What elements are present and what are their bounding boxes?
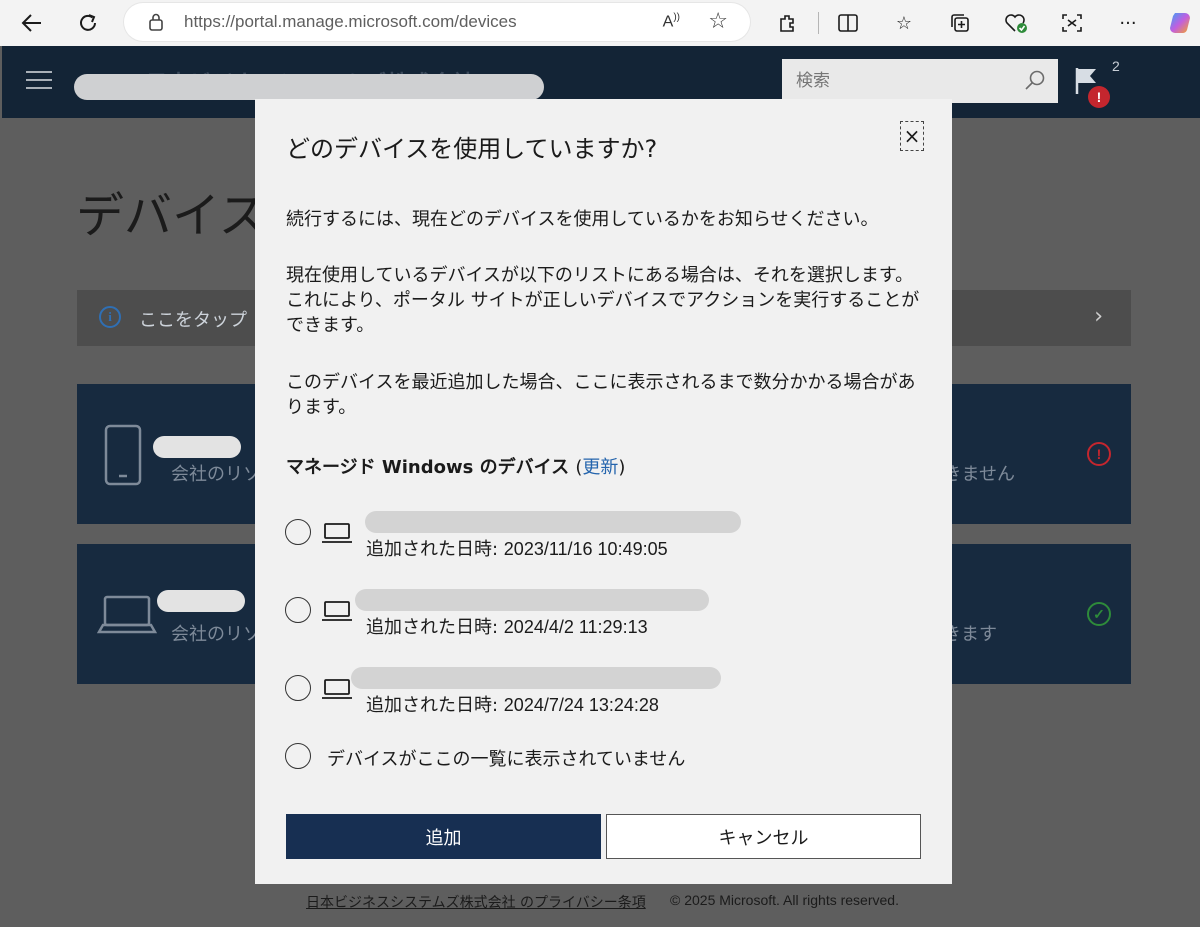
phone-icon xyxy=(103,424,143,490)
read-aloud-icon[interactable]: A)) xyxy=(663,12,680,31)
dialog-title: どのデバイスを使用していますか? xyxy=(286,135,658,163)
device-not-listed-label: デバイスがここの一覧に表示されていません xyxy=(327,749,686,770)
info-banner-text: ここをタップ xyxy=(139,310,247,331)
device-added-date: 追加された日時: 2024/7/24 13:24:28 xyxy=(366,695,659,716)
info-icon: i xyxy=(99,306,121,328)
search-input[interactable] xyxy=(796,71,1016,91)
laptop-icon xyxy=(321,600,353,626)
favorite-star-icon[interactable]: ☆ xyxy=(708,9,728,34)
copilot-icon[interactable] xyxy=(1164,7,1196,39)
page-title: デバイス xyxy=(76,188,267,244)
search-box[interactable] xyxy=(782,59,1058,103)
device-option[interactable]: 追加された日時: 2024/7/24 13:24:28 xyxy=(285,665,925,725)
device-selection-dialog: どのデバイスを使用していますか? × 続行するには、現在どのデバイスを使用してい… xyxy=(255,99,952,884)
browser-toolbar: https://portal.manage.microsoft.com/devi… xyxy=(0,0,1200,46)
browser-essentials-icon[interactable] xyxy=(1000,7,1032,39)
card-subtitle: 会社のリソ xyxy=(171,464,261,485)
device-name-redaction xyxy=(365,511,741,533)
radio-button[interactable] xyxy=(285,597,311,623)
dialog-paragraph: 続行するには、現在どのデバイスを使用しているかをお知らせください。 xyxy=(286,209,879,230)
refresh-link[interactable]: 更新 xyxy=(582,457,618,478)
laptop-icon xyxy=(321,678,353,704)
error-icon: ! xyxy=(1087,442,1111,466)
lock-icon[interactable] xyxy=(146,12,166,32)
back-icon[interactable] xyxy=(16,7,48,39)
alert-badge: ! xyxy=(1088,86,1110,108)
card-subtitle: 会社のリソ xyxy=(171,624,261,645)
checkmark-icon: ✓ xyxy=(1087,602,1111,626)
card-status: きません xyxy=(943,464,1015,485)
radio-button[interactable] xyxy=(285,675,311,701)
dialog-paragraph: このデバイスを最近追加した場合、ここに表示されるまで数分かかる場合があります。 xyxy=(286,372,916,418)
collections-icon[interactable] xyxy=(944,7,976,39)
url-text[interactable]: https://portal.manage.microsoft.com/devi… xyxy=(184,12,517,32)
device-name-redaction xyxy=(355,589,709,611)
close-icon[interactable]: × xyxy=(900,121,924,151)
laptop-icon xyxy=(96,594,158,640)
section-title-text: マネージド Windows のデバイス xyxy=(286,457,570,478)
favorites-icon[interactable]: ☆ xyxy=(888,7,920,39)
dialog-paragraph: 現在使用しているデバイスが以下のリストにある場合は、それを選択します。これにより… xyxy=(286,265,920,336)
device-option[interactable]: 追加された日時: 2024/4/2 11:29:13 xyxy=(285,587,925,647)
search-icon[interactable] xyxy=(1024,69,1046,95)
address-bar[interactable]: https://portal.manage.microsoft.com/devi… xyxy=(124,3,750,41)
toolbar-separator xyxy=(818,12,819,34)
organization-name-redaction xyxy=(74,74,544,100)
device-name-redaction xyxy=(157,590,245,612)
radio-button[interactable] xyxy=(285,519,311,545)
device-added-date: 追加された日時: 2023/11/16 10:49:05 xyxy=(366,539,668,560)
extensions-icon[interactable] xyxy=(772,7,804,39)
device-name-redaction xyxy=(153,436,241,458)
more-icon[interactable]: ··· xyxy=(1112,7,1144,39)
chevron-right-icon: › xyxy=(1094,304,1103,329)
screenshot-icon[interactable] xyxy=(1056,7,1088,39)
device-option[interactable]: 追加された日時: 2023/11/16 10:49:05 xyxy=(285,509,925,569)
menu-icon[interactable] xyxy=(26,71,52,91)
copyright-text: © 2025 Microsoft. All rights reserved. xyxy=(670,892,899,908)
device-added-date: 追加された日時: 2024/4/2 11:29:13 xyxy=(366,617,648,638)
radio-button[interactable] xyxy=(285,743,311,769)
notification-count: 2 xyxy=(1112,58,1120,74)
device-not-listed-option[interactable]: デバイスがここの一覧に表示されていません xyxy=(285,741,925,775)
section-title: マネージド Windows のデバイス (更新) xyxy=(286,457,626,478)
add-button[interactable]: 追加 xyxy=(286,814,601,859)
refresh-icon[interactable] xyxy=(72,7,104,39)
split-screen-icon[interactable] xyxy=(832,7,864,39)
privacy-link[interactable]: 日本ビジネスシステムズ株式会社 のプライバシー条項 xyxy=(306,892,646,912)
device-name-redaction xyxy=(351,667,721,689)
laptop-icon xyxy=(321,522,353,548)
cancel-button[interactable]: キャンセル xyxy=(606,814,921,859)
